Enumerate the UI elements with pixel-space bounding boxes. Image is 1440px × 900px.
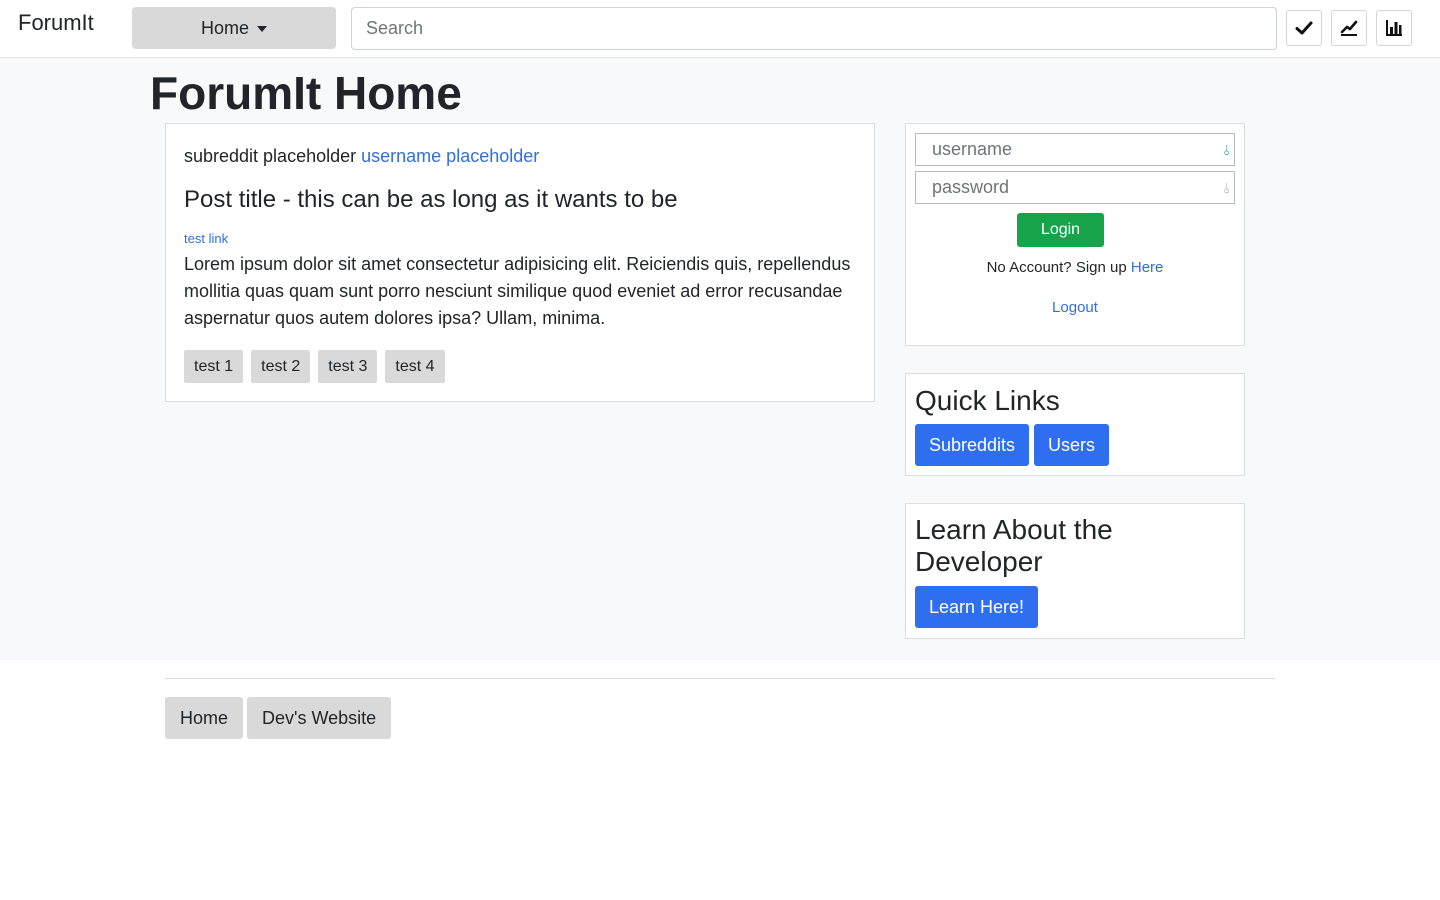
tag-button[interactable]: test 1 <box>184 350 244 383</box>
bar-chart-button[interactable] <box>1376 10 1412 46</box>
learn-here-button[interactable]: Learn Here! <box>915 586 1039 628</box>
post-username-link[interactable]: username placeholder <box>361 146 539 166</box>
footer-divider <box>165 678 1275 679</box>
quick-links-card: Quick Links Subreddits Users <box>905 373 1245 476</box>
password-field-wrap: ⫰ <box>906 171 1244 204</box>
check-button[interactable] <box>1286 10 1322 46</box>
check-icon <box>1295 21 1313 35</box>
home-dropdown-button[interactable]: Home <box>132 7 336 49</box>
tag-button[interactable]: test 3 <box>318 350 378 383</box>
footer-dev-website-button[interactable]: Dev's Website <box>247 697 392 739</box>
developer-card: Learn About the Developer Learn Here! <box>905 503 1245 639</box>
bar-chart-icon <box>1386 20 1402 36</box>
post-meta: subreddit placeholder username placehold… <box>184 146 539 167</box>
post-test-link[interactable]: test link <box>184 231 228 246</box>
key-icon: ⫰ <box>1223 180 1230 196</box>
username-input[interactable] <box>915 133 1235 166</box>
key-icon: ⫰ <box>1223 142 1230 158</box>
quick-links-title: Quick Links <box>915 385 1060 416</box>
developer-title: Learn About the Developer <box>915 514 1113 577</box>
main-content: ForumIt Home subreddit placeholder usern… <box>0 58 1440 660</box>
post-title: Post title - this can be as long as it w… <box>184 186 678 213</box>
home-dropdown-label: Home <box>200 17 249 38</box>
line-chart-button[interactable] <box>1331 10 1367 46</box>
password-input[interactable] <box>915 171 1235 204</box>
post-subreddit: subreddit placeholder <box>184 146 357 166</box>
post-tags: test 1 test 2 test 3 test 4 <box>184 350 445 383</box>
users-button[interactable]: Users <box>1034 424 1110 466</box>
subreddits-button[interactable]: Subreddits <box>915 424 1030 466</box>
footer-home-button[interactable]: Home <box>165 697 244 739</box>
top-navbar: ForumIt Home <box>0 0 1440 58</box>
login-card: ⫰ ⫰ Login No Account? Sign up Here Logou… <box>905 123 1245 346</box>
signup-text: No Account? Sign up Here <box>906 259 1244 276</box>
signup-link[interactable]: Here <box>1131 259 1164 276</box>
username-field-wrap: ⫰ <box>906 133 1244 166</box>
search-input[interactable] <box>351 7 1277 50</box>
logout-link[interactable]: Logout <box>906 299 1244 316</box>
brand-link[interactable]: ForumIt <box>18 10 94 36</box>
post-body: Lorem ipsum dolor sit amet consectetur a… <box>184 254 851 328</box>
post-card: subreddit placeholder username placehold… <box>165 123 875 402</box>
caret-down-icon <box>257 26 267 32</box>
login-button[interactable]: Login <box>1017 213 1104 247</box>
signup-prompt: No Account? Sign up <box>986 259 1127 276</box>
page-title: ForumIt Home <box>150 67 462 119</box>
tag-button[interactable]: test 4 <box>385 350 445 383</box>
tag-button[interactable]: test 2 <box>251 350 311 383</box>
line-chart-icon <box>1340 20 1358 36</box>
